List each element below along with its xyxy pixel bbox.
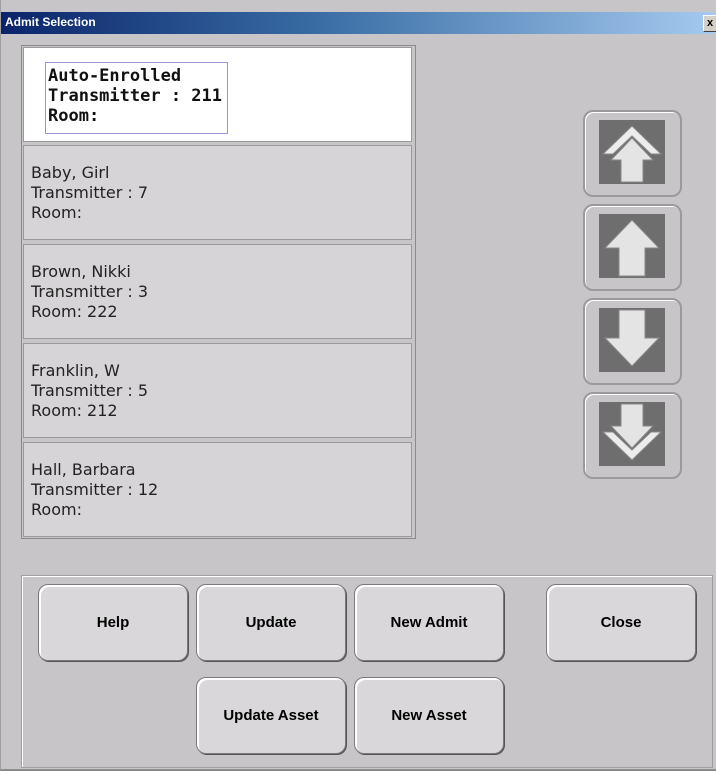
patient-name: Brown, Nikki (31, 262, 131, 281)
new-asset-button[interactable]: New Asset (354, 677, 504, 754)
patient-transmitter: Transmitter : 5 (31, 381, 149, 400)
scroll-down-button[interactable] (583, 298, 682, 385)
scroll-bottom-button[interactable] (583, 392, 682, 479)
patient-transmitter: Transmitter : 12 (31, 480, 159, 499)
patient-transmitter: Transmitter : 7 (31, 183, 149, 202)
new-admit-button[interactable]: New Admit (354, 584, 504, 661)
patient-item-baby-girl[interactable]: Baby, Girl Transmitter : 7 Room: (23, 145, 412, 240)
close-button[interactable]: Close (546, 584, 696, 661)
patient-item-franklin-w[interactable]: Franklin, W Transmitter : 5 Room: 212 (23, 343, 412, 438)
patient-name: Auto-Enrolled (48, 66, 182, 86)
patient-name: Baby, Girl (31, 163, 110, 182)
update-button[interactable]: Update (196, 584, 346, 661)
scroll-down-icon (599, 308, 665, 372)
patient-name: Hall, Barbara (31, 460, 136, 479)
patient-list[interactable]: Auto-Enrolled Transmitter : 211 Room: Ba… (21, 45, 416, 539)
scroll-top-icon (599, 120, 665, 184)
patient-room: Room: (48, 106, 100, 126)
scroll-top-button[interactable] (583, 110, 682, 197)
scroll-bottom-icon (599, 402, 665, 466)
scroll-up-button[interactable] (583, 204, 682, 291)
update-asset-button[interactable]: Update Asset (196, 677, 346, 754)
patient-room: Room: (31, 500, 82, 519)
patient-room: Room: 212 (31, 401, 118, 420)
patient-transmitter: Transmitter : 211 (48, 86, 222, 106)
admit-selection-window: Admit Selection x Auto-Enrolled Transmit… (0, 0, 716, 771)
patient-room: Room: 222 (31, 302, 118, 321)
patient-room: Room: (31, 203, 82, 222)
close-window-icon[interactable]: x (703, 15, 716, 32)
patient-transmitter: Transmitter : 3 (31, 282, 149, 301)
patient-item-brown-nikki[interactable]: Brown, Nikki Transmitter : 3 Room: 222 (23, 244, 412, 339)
window-title: Admit Selection (5, 15, 96, 29)
patient-name: Franklin, W (31, 361, 120, 380)
patient-item-hall-barbara[interactable]: Hall, Barbara Transmitter : 12 Room: (23, 442, 412, 537)
help-button[interactable]: Help (38, 584, 188, 661)
patient-item-auto-enrolled[interactable]: Auto-Enrolled Transmitter : 211 Room: (23, 47, 412, 142)
title-bar: Admit Selection x (1, 12, 716, 34)
scroll-up-icon (599, 214, 665, 278)
action-panel: Help Update New Admit Close Update Asset… (21, 575, 713, 768)
